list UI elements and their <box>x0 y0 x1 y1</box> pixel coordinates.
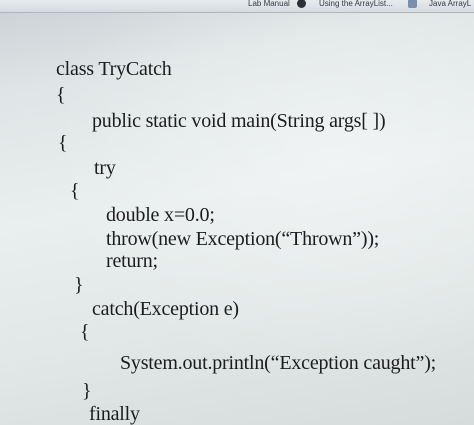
code-line: public static void main(String args[ ]) <box>92 110 386 132</box>
code-line: { <box>70 180 80 202</box>
code-line: finally <box>89 403 140 425</box>
code-line: } <box>74 274 84 296</box>
code-line: { <box>58 132 68 154</box>
code-line: catch(Exception e) <box>92 298 239 320</box>
code-line: } <box>82 380 92 402</box>
code-line: return; <box>106 250 158 272</box>
code-line: { <box>80 321 90 343</box>
code-line: class TryCatch <box>56 58 172 80</box>
code-line: double x=0.0; <box>106 204 215 226</box>
code-line: try <box>94 157 116 179</box>
code-listing: class TryCatch { public static void main… <box>0 0 474 425</box>
code-line: System.out.println(“Exception caught”); <box>120 352 437 374</box>
code-line: { <box>56 84 66 106</box>
code-line: throw(new Exception(“Thrown”)); <box>106 228 380 250</box>
